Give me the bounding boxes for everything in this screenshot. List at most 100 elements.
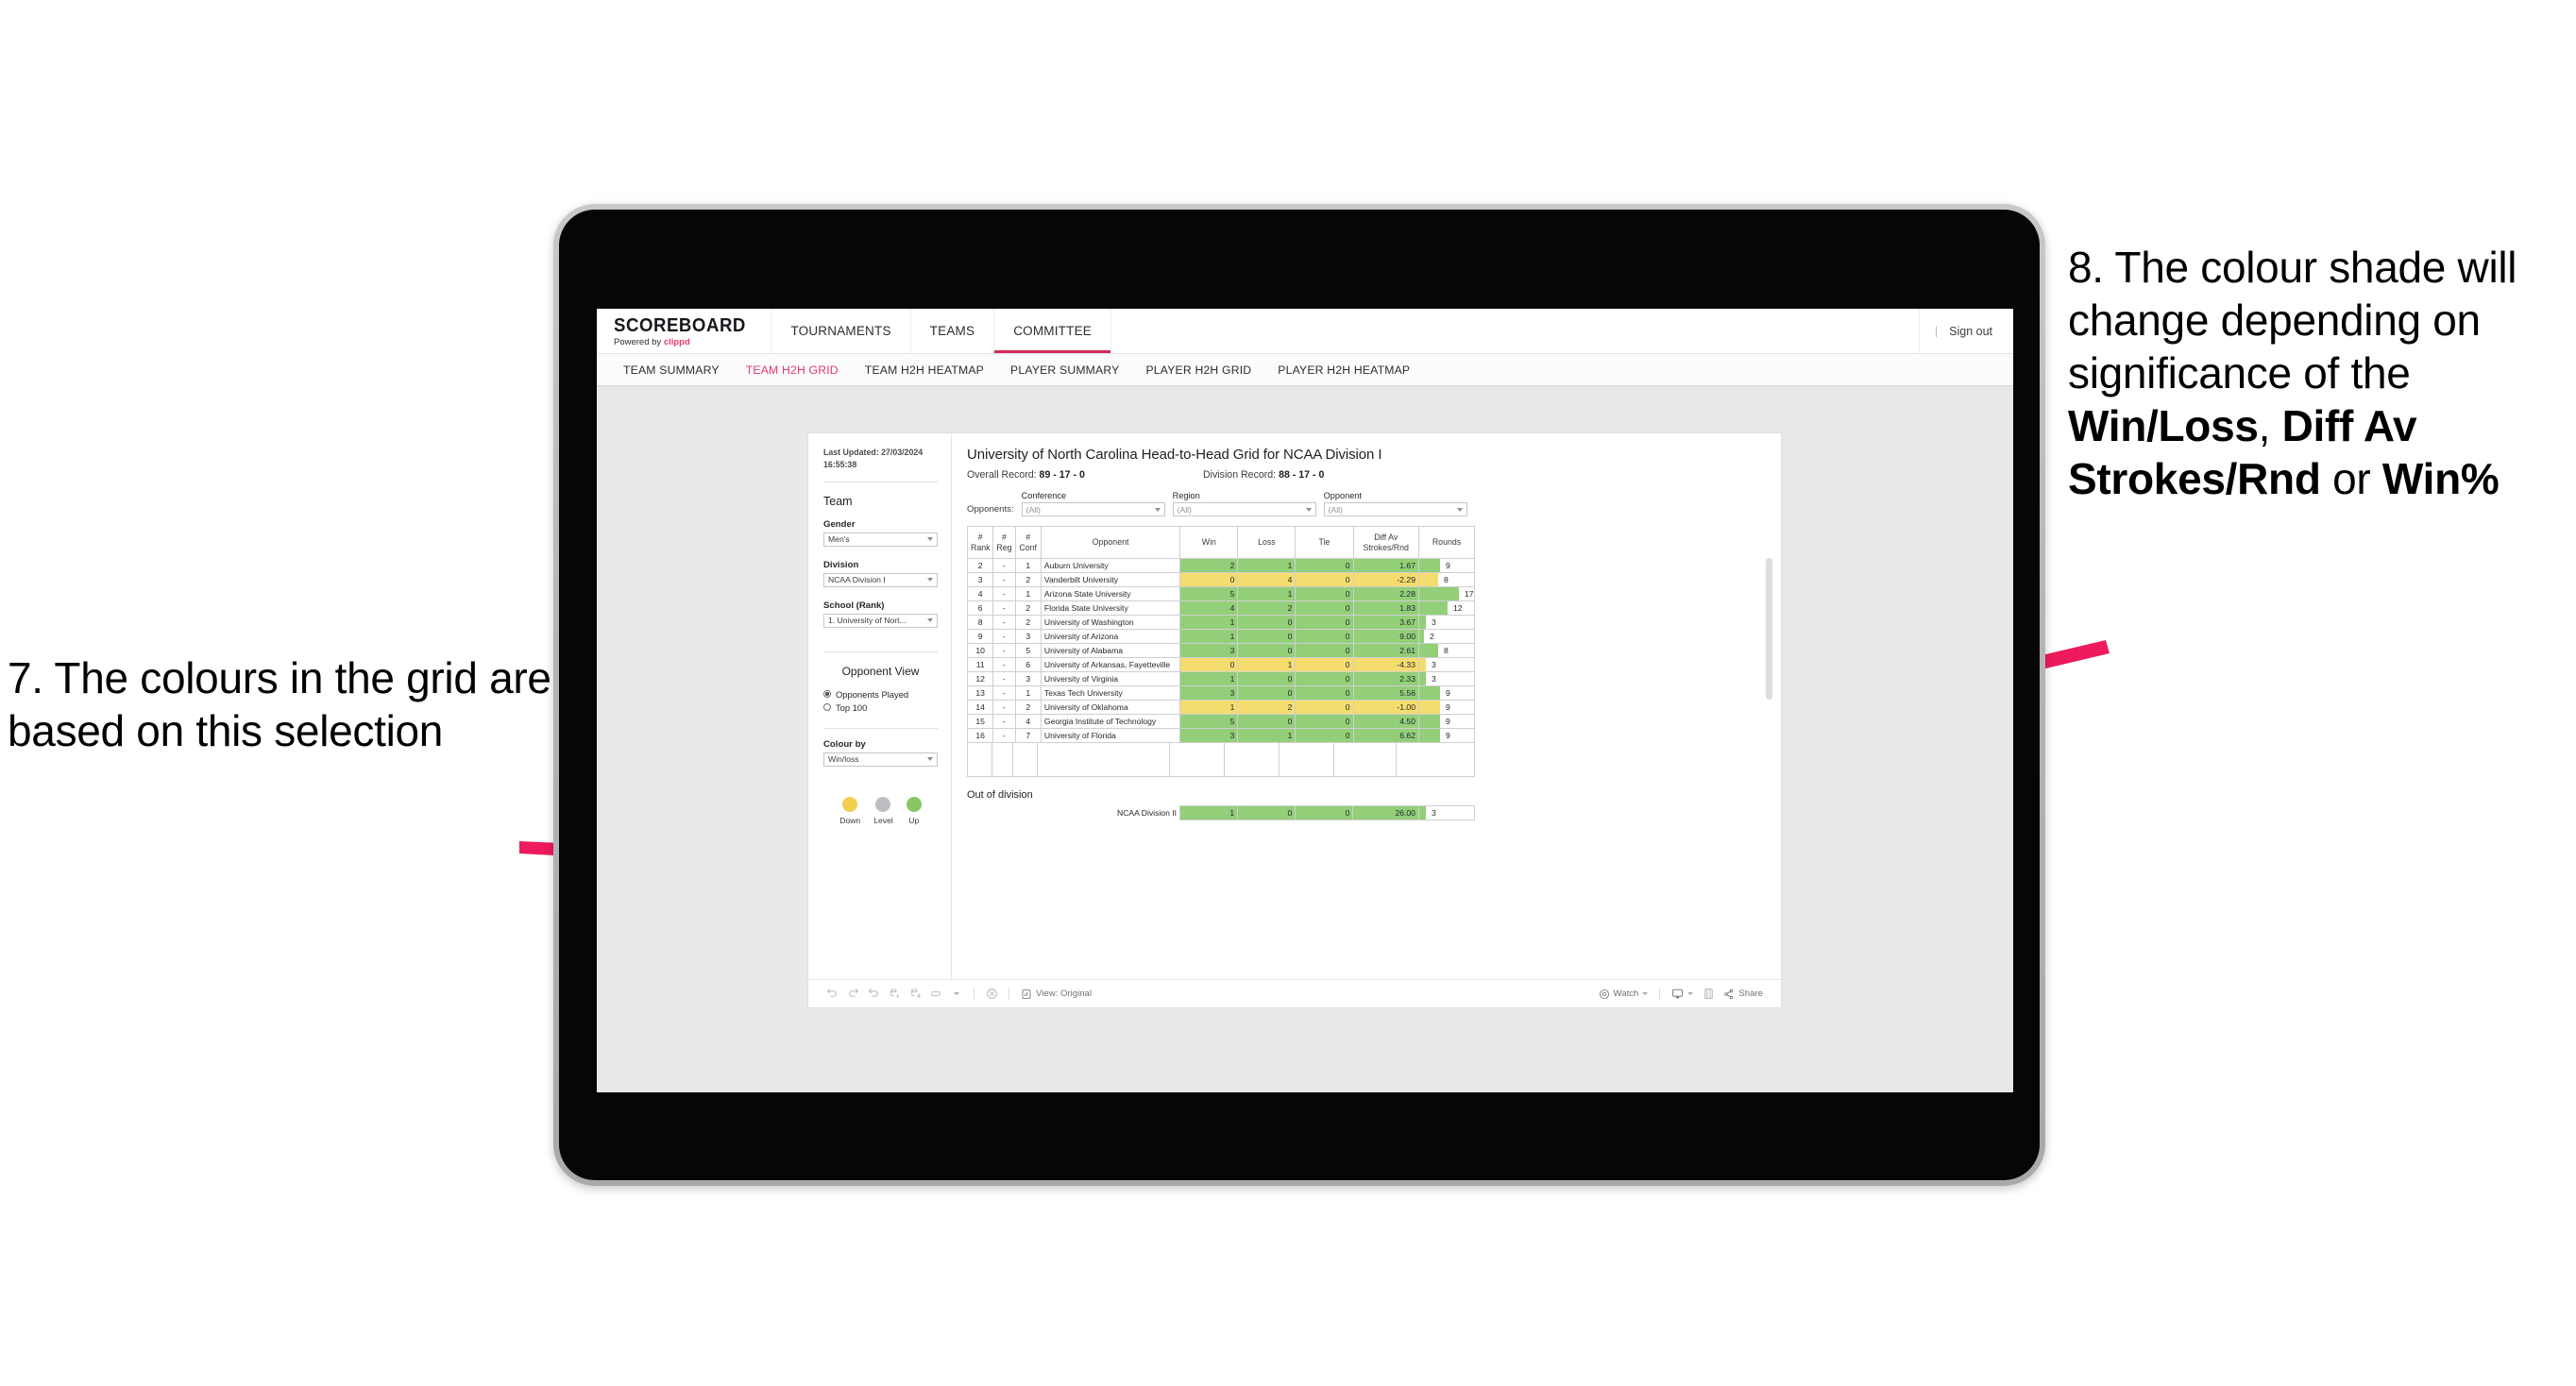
brand-logo: SCOREBOARD Powered by clippd [597,309,772,353]
cell-rank: 12 [966,671,994,686]
col-diff-l1: Diff Av [1374,532,1398,542]
last-updated-text: Last Updated: 27/03/2024 16:55:38 [823,448,924,469]
cell-opponent: University of Florida [1040,728,1181,743]
subtab-team-h2h-grid[interactable]: TEAM H2H GRID [733,363,852,377]
radio-top-100[interactable]: Top 100 [823,702,938,713]
out-of-division-row[interactable]: NCAA Division II 1 0 0 26.00 3 [967,805,1476,820]
opponent-select[interactable]: (All) [1323,502,1467,516]
table-row[interactable]: 12-3 University of Virginia 1 0 0 2.33 3 [966,671,1476,686]
table-row[interactable]: 4-1 Arizona State University 5 1 0 2.28 17 [966,586,1476,601]
subtab-player-summary[interactable]: PLAYER SUMMARY [997,363,1132,377]
brand-tagline: Powered by clippd [614,338,755,347]
cell-diff: 6.62 [1352,728,1419,743]
signout-area[interactable]: | Sign out [1920,309,2013,353]
table-row[interactable]: 6-2 Florida State University 4 2 0 1.83 12 [966,600,1476,616]
help-icon[interactable] [981,984,1002,1005]
cell-conf: 3 [1014,629,1042,644]
opponent-view-heading: Opponent View [841,664,920,678]
cell-diff: 3.67 [1352,615,1419,630]
undo-icon[interactable] [822,984,842,1005]
refresh-data-icon[interactable] [884,984,905,1005]
redo-icon[interactable] [842,984,863,1005]
cell-win: 3 [1179,685,1239,701]
region-filter-label: Region [1172,491,1200,500]
cell-rank: 9 [966,629,994,644]
view-original-button[interactable]: View: Original [1016,989,1096,1000]
cell-tie: 0 [1295,558,1354,573]
table-row[interactable]: 11-6 University of Arkansas, Fayetteville… [966,657,1476,672]
cell-tie: 0 [1295,572,1354,587]
cell-loss: 0 [1237,671,1296,686]
pause-updates-icon[interactable] [905,984,925,1005]
revert-icon[interactable] [863,984,884,1005]
nav-tab-committee[interactable]: COMMITTEE [994,309,1111,353]
table-row[interactable]: 10-5 University of Alabama 3 0 0 2.61 8 [966,643,1476,658]
cell-rounds: 3 [1417,615,1476,630]
toolbar-divider [1008,988,1009,1000]
fullscreen-icon[interactable] [1698,984,1719,1005]
school-select[interactable]: 1. University of Nort... [823,613,938,628]
division-record-label: Division Record: [1203,469,1280,481]
radio-opponents-played[interactable]: Opponents Played [823,689,938,700]
colour-by-select[interactable]: Win/loss [823,752,938,767]
col-conf: # Conf [1014,526,1042,559]
legend-item-up: Up [906,796,922,825]
brand-name: SCOREBOARD [614,314,746,336]
table-row[interactable]: 3-2 Vanderbilt University 0 4 0 -2.29 8 [966,572,1476,587]
cell-conf: 2 [1014,572,1042,587]
division-select[interactable]: NCAA Division I [823,572,938,587]
nav-tab-tournaments[interactable]: TOURNAMENTS [771,309,911,353]
chevron-down-icon[interactable] [946,984,967,1005]
cell-rank: 8 [966,615,994,630]
subtab-team-h2h-heatmap[interactable]: TEAM H2H HEATMAP [852,363,997,377]
watch-button[interactable]: Watch [1594,989,1653,1000]
viz-toolbar: View: Original Watch Share [808,979,1781,1007]
ood-diff: 26.00 [1352,805,1419,820]
signout-divider: | [1934,324,1939,338]
table-row[interactable]: 14-2 University of Oklahoma 1 2 0 -1.00 9 [966,700,1476,715]
col-rank-l2: Rank [971,542,991,552]
table-row[interactable]: 2-1 Auburn University 2 1 0 1.67 9 [966,558,1476,573]
out-of-division-table: NCAA Division II 1 0 0 26.00 3 [967,805,1476,820]
table-row[interactable]: 15-4 Georgia Institute of Technology 5 0 0 4.… [966,714,1476,729]
annotation-7-text: 7. The colours in the grid are based on … [8,653,551,756]
region-select[interactable]: (All) [1172,502,1316,516]
cell-rounds: 8 [1417,643,1476,658]
grid-vertical-scrollbar[interactable] [1766,558,1772,700]
chevron-down-icon [927,537,933,541]
out-of-division-title: Out of division [967,789,1033,801]
cell-conf: 2 [1014,600,1042,616]
school-value: 1. University of Nort... [828,616,907,625]
signout-label[interactable]: Sign out [1949,325,1992,338]
watch-label: Watch [1613,989,1639,999]
cell-rounds: 3 [1417,671,1476,686]
radio-selected-icon [823,690,831,698]
legend-label-down: Down [839,815,861,825]
highlight-icon[interactable] [925,984,946,1005]
conference-select[interactable]: (All) [1021,502,1165,516]
table-row[interactable]: 16-7 University of Florida 3 1 0 6.62 9 [966,728,1476,743]
table-row[interactable]: 13-1 Texas Tech University 3 0 0 5.56 9 [966,685,1476,701]
cell-opponent: Florida State University [1040,600,1181,616]
tablet-screen: SCOREBOARD Powered by clippd TOURNAMENTS… [559,210,2040,1180]
legend-item-level: Level [873,796,893,825]
subtab-player-h2h-heatmap[interactable]: PLAYER H2H HEATMAP [1264,363,1423,377]
opponent-value: (All) [1328,504,1343,515]
cell-conf: 5 [1014,643,1042,658]
table-row[interactable]: 9-3 University of Arizona 1 0 0 9.00 2 [966,629,1476,644]
subtab-player-h2h-grid[interactable]: PLAYER H2H GRID [1132,363,1264,377]
table-row[interactable]: 8-2 University of Washington 1 0 0 3.67 3 [966,615,1476,630]
gender-select[interactable]: Men's [823,532,938,547]
cell-rank: 10 [966,643,994,658]
cell-opponent: Texas Tech University [1040,685,1181,701]
subtab-team-summary[interactable]: TEAM SUMMARY [610,363,733,377]
download-button[interactable] [1667,988,1698,1000]
cell-reg: - [992,629,1016,644]
cell-reg: - [992,615,1016,630]
cell-reg: - [992,728,1016,743]
nav-tab-teams[interactable]: TEAMS [911,309,995,353]
cell-opponent: University of Oklahoma [1040,700,1181,715]
cell-opponent: University of Arkansas, Fayetteville [1040,657,1181,672]
cell-tie: 0 [1295,586,1354,601]
share-button[interactable]: Share [1719,989,1768,1000]
